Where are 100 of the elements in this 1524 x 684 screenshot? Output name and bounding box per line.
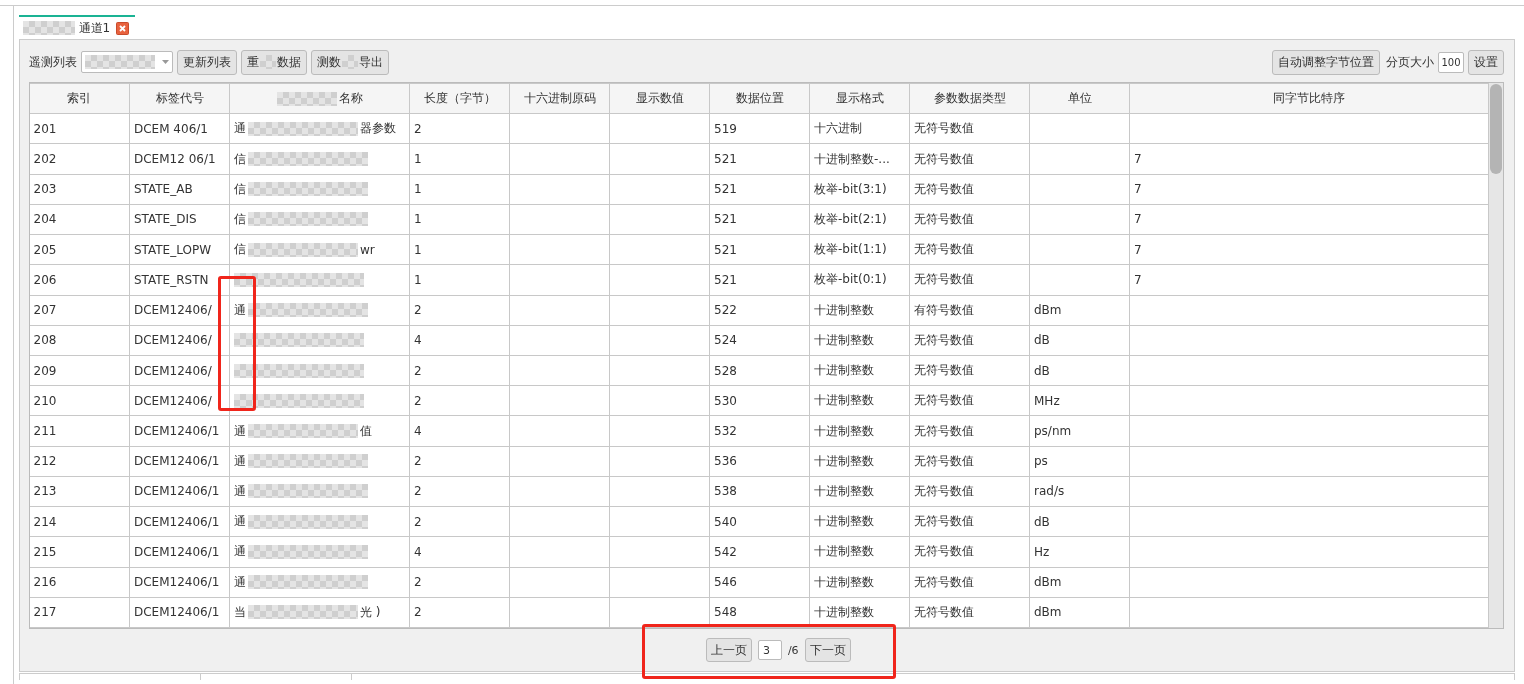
type-cell: 无符号数值 — [909, 325, 1030, 356]
name-text: 通 — [234, 120, 246, 138]
tag-cell: DCEM12406/1 — [129, 536, 230, 567]
scrollbar[interactable] — [1489, 83, 1503, 628]
name-text: 信 — [234, 211, 246, 228]
column-header[interactable]: 参数数据类型 — [909, 83, 1030, 114]
name-text: wr — [360, 242, 375, 257]
tag-cell: DCEM 406/1 — [129, 113, 230, 144]
column-header[interactable]: 索引 — [29, 83, 130, 114]
list-dropdown[interactable] — [80, 51, 173, 73]
tag-cell: STATE_DIS — [129, 204, 230, 235]
format-cell: 十进制整数 — [809, 355, 910, 386]
position-cell: 538 — [709, 476, 810, 507]
type-cell: 无符号数值 — [909, 506, 1030, 537]
type-cell: 无符号数值 — [909, 264, 1030, 296]
page-size-field[interactable]: 100 — [1438, 51, 1464, 73]
tag-cell: DCEM12406/1 — [129, 415, 230, 447]
toolbar-button[interactable]: 更新列表 — [176, 49, 237, 75]
auto-adjust-button[interactable]: 自动调整字节位置 — [1272, 49, 1380, 75]
column-header[interactable]: 标签代号 — [129, 83, 230, 114]
toolbar-button[interactable]: 重 数据 — [240, 49, 307, 75]
position-cell: 521 — [709, 264, 810, 296]
name-text: 值 — [360, 422, 372, 440]
name-text: 信 — [234, 150, 246, 168]
index-cell: 202 — [29, 143, 130, 175]
unit-cell: MHz — [1029, 385, 1130, 416]
settings-button[interactable]: 设置 — [1468, 49, 1504, 75]
type-cell: 无符号数值 — [909, 204, 1030, 235]
bit-order-cell: 7 — [1129, 234, 1489, 265]
position-cell: 530 — [709, 385, 810, 416]
column-header[interactable]: 长度（字节） — [409, 83, 510, 114]
position-cell: 540 — [709, 506, 810, 537]
column-header[interactable]: 显示格式 — [809, 83, 910, 114]
unit-cell: rad/s — [1029, 476, 1130, 507]
column-header[interactable]: 十六进制原码 — [509, 83, 610, 114]
bit-order-cell: 7 — [1129, 204, 1489, 235]
length-cell: 2 — [409, 476, 510, 507]
type-cell: 无符号数值 — [909, 415, 1030, 447]
format-cell: 枚举-bit(3:1) — [809, 174, 910, 205]
position-cell: 519 — [709, 113, 810, 144]
position-cell: 522 — [709, 295, 810, 326]
position-cell: 521 — [709, 204, 810, 235]
format-cell: 十进制整数 — [809, 415, 910, 447]
unit-cell: dB — [1029, 325, 1130, 356]
name-text: 器参数 — [360, 120, 396, 138]
tag-cell: DCEM12406/1 — [129, 446, 230, 477]
name-text: 通 — [234, 513, 246, 531]
format-cell: 十进制整数 — [809, 597, 910, 628]
format-cell: 十六进制 — [809, 113, 910, 144]
close-icon[interactable] — [116, 21, 130, 35]
length-cell: 1 — [409, 174, 510, 205]
position-cell: 536 — [709, 446, 810, 477]
tag-cell: DCEM12406/ — [129, 385, 230, 416]
column-header[interactable]: 数据位置 — [709, 83, 810, 114]
tag-cell: DCEM12406/ — [129, 325, 230, 356]
caret-icon — [161, 60, 169, 64]
tag-cell: STATE_RSTN — [129, 264, 230, 296]
bit-order-cell: 7 — [1129, 143, 1489, 175]
format-cell: 十进制整数 — [809, 506, 910, 537]
list-label: 遥测列表 — [28, 53, 77, 71]
prev-page-button[interactable]: 上一页 — [705, 638, 752, 662]
index-cell: 210 — [29, 385, 130, 416]
position-cell: 521 — [709, 143, 810, 175]
tag-cell: DCEM12406/1 — [129, 567, 230, 598]
type-cell: 无符号数值 — [909, 355, 1030, 386]
length-cell: 1 — [409, 264, 510, 296]
position-cell: 542 — [709, 536, 810, 567]
length-cell: 2 — [409, 355, 510, 386]
format-cell: 十进制整数 — [809, 325, 910, 356]
name-text: 通 — [234, 301, 246, 319]
page-total: /6 — [787, 643, 799, 657]
position-cell: 546 — [709, 567, 810, 598]
position-cell: 548 — [709, 597, 810, 628]
column-header[interactable]: 显示数值 — [609, 83, 710, 114]
column-header[interactable]: 同字节比特序 — [1129, 83, 1489, 114]
redaction-block — [22, 21, 75, 35]
column-header[interactable]: 名称 — [338, 90, 363, 108]
index-cell: 204 — [29, 204, 130, 235]
toolbar-button[interactable]: 测数 导出 — [310, 49, 389, 75]
length-cell: 4 — [409, 536, 510, 567]
format-cell: 枚举-bit(1:1) — [809, 234, 910, 265]
length-cell: 2 — [409, 597, 510, 628]
position-cell: 532 — [709, 415, 810, 447]
format-cell: 十进制整数 — [809, 295, 910, 326]
tag-cell: STATE_LOPW — [129, 234, 230, 265]
name-text: 通 — [234, 422, 246, 440]
index-cell: 212 — [29, 446, 130, 477]
tag-cell: DCEM12406/ — [129, 355, 230, 386]
next-page-button[interactable]: 下一页 — [804, 638, 851, 662]
length-cell: 4 — [409, 415, 510, 447]
page-field[interactable]: 3 — [757, 640, 782, 660]
type-cell: 无符号数值 — [909, 446, 1030, 477]
index-cell: 216 — [29, 567, 130, 598]
unit-cell: dB — [1029, 506, 1130, 537]
column-header[interactable]: 单位 — [1029, 83, 1130, 114]
tag-cell: STATE_AB — [129, 174, 230, 205]
index-cell: 203 — [29, 174, 130, 205]
length-cell: 1 — [409, 204, 510, 235]
type-cell: 无符号数值 — [909, 536, 1030, 567]
unit-cell: ps — [1029, 446, 1130, 477]
